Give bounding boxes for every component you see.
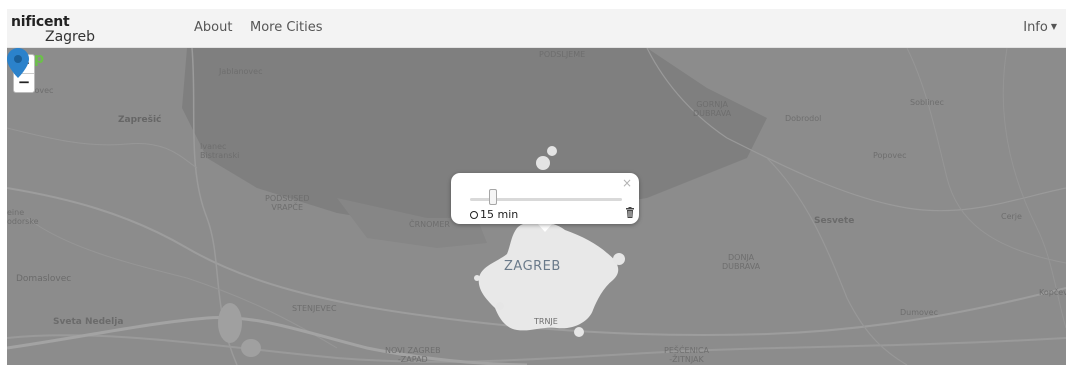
- road: [1002, 48, 1066, 329]
- time-value: 15 min: [480, 208, 519, 221]
- isochrone-area: [478, 221, 619, 331]
- lake: [241, 339, 261, 357]
- lake: [218, 303, 242, 343]
- brand-name: Mapnificent: [11, 14, 70, 67]
- map-label: PODSLJEME: [539, 50, 586, 59]
- map-label: GORNJA DUBRAVA: [693, 100, 732, 118]
- nav-info-dropdown[interactable]: Info ▼: [1023, 20, 1057, 35]
- app-frame: Mapnificent Zagreb About More Cities Inf…: [7, 9, 1066, 365]
- map-label: STENJEVEC: [292, 304, 337, 313]
- clock-icon: [470, 211, 478, 219]
- map-label: Domaslovec: [16, 274, 72, 284]
- isochrone-blob: [574, 327, 584, 337]
- caret-down-icon: ▼: [1050, 22, 1057, 31]
- map-label: Sesvete: [814, 216, 855, 226]
- isochrone-blob: [613, 253, 625, 265]
- map-label: Ivanec Bistranski: [200, 142, 240, 160]
- nav-info-label: Info: [1023, 20, 1048, 35]
- map-label: PEŠĆENICA -ŽITNJAK: [664, 346, 709, 364]
- map-label: Zaprešić: [118, 115, 162, 125]
- nav-more-cities-link[interactable]: More Cities: [250, 20, 323, 35]
- navbar: Mapnificent Zagreb About More Cities Inf…: [7, 9, 1066, 67]
- brand-logo[interactable]: Mapnificent Zagreb: [11, 13, 96, 67]
- time-label: 15 min: [470, 208, 518, 221]
- map-canvas[interactable]: PODSLJEME Jablanovec ilovec Zaprešić Iva…: [7, 48, 1066, 365]
- map-label: Popovec: [873, 151, 907, 160]
- map-label: Dumovec: [900, 308, 938, 317]
- time-popup: × 15 min: [451, 173, 639, 224]
- highway: [7, 334, 1066, 363]
- map-label: Kopčev: [1039, 288, 1066, 297]
- city-label: ZAGREB: [504, 259, 561, 274]
- map-label: eine odorske: [7, 208, 39, 226]
- isochrone-blob: [496, 302, 504, 310]
- map-label: ČRNOMER: [409, 220, 450, 229]
- brand-name-rest: nificent: [11, 14, 70, 30]
- map-label: Cerje: [1001, 212, 1022, 221]
- isochrone-blob: [547, 146, 557, 156]
- brand-city: Zagreb: [45, 29, 96, 45]
- map-label: Sveta Nedelja: [53, 317, 124, 327]
- map-label: Soblinec: [910, 98, 944, 107]
- slider-handle[interactable]: [488, 189, 497, 205]
- isochrone-blob: [536, 156, 550, 170]
- map-label: Jablanovec: [219, 67, 263, 76]
- road: [7, 127, 198, 169]
- close-icon[interactable]: ×: [622, 176, 632, 190]
- nav-about-link[interactable]: About: [194, 20, 232, 35]
- map-label: Dobrodol: [785, 114, 822, 123]
- map-label: TRNJE: [534, 317, 558, 326]
- popup-tip: [537, 223, 553, 232]
- map-label: DONJA DUBRAVA: [722, 253, 761, 271]
- map-label: NOVI ZAGREB -ZAPAD: [385, 346, 441, 364]
- road: [906, 48, 1066, 264]
- map-label: PODSUSED VRAPČE: [265, 194, 310, 212]
- isochrone-blob: [474, 275, 480, 281]
- map-marker-icon[interactable]: [7, 48, 29, 78]
